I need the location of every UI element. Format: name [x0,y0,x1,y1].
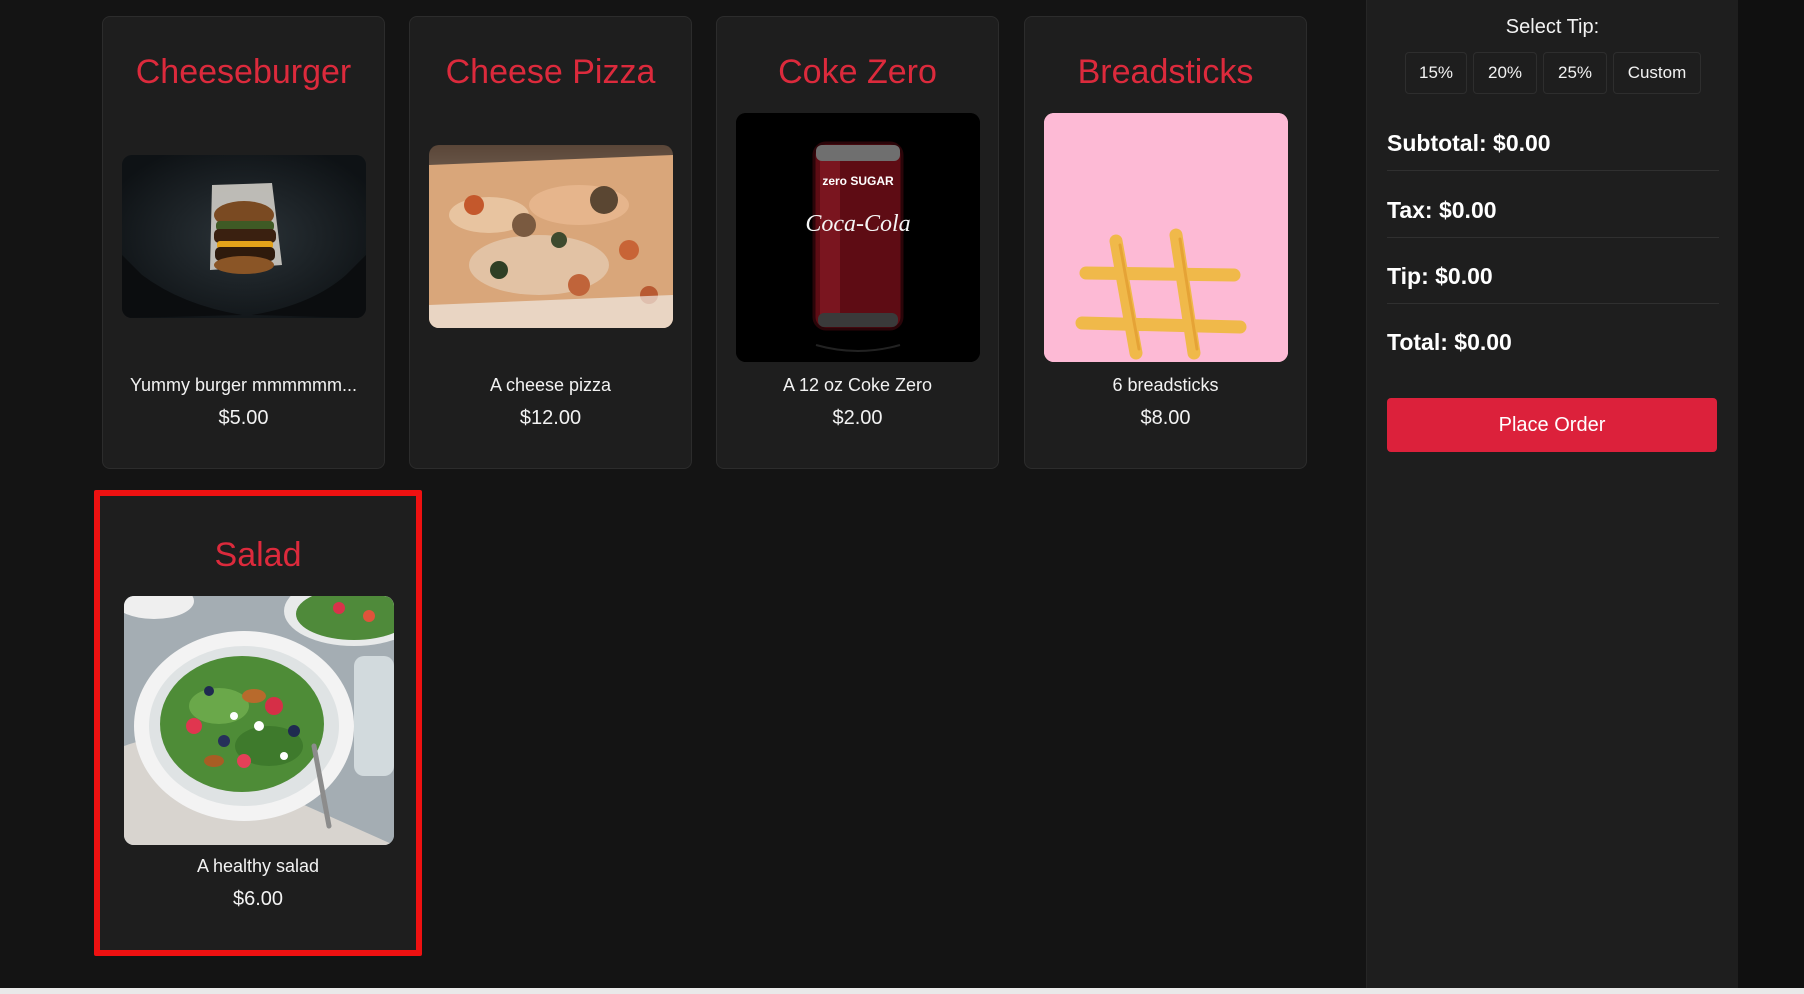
coke-can-image: zero SUGAR Coca-Cola [736,113,980,362]
menu-item-description: A 12 oz Coke Zero [782,375,933,395]
menu-card-salad[interactable]: Salad A healthy salad $6.00 [94,490,422,956]
menu-item-title: Breadsticks [1077,53,1254,91]
tip-amount-text: Tip: $0.00 [1387,263,1493,289]
menu-item-description: Yummy burger mmmmmm... [129,375,357,395]
breadsticks-image [1044,113,1288,362]
tip-15-button[interactable]: 15% [1405,52,1467,94]
tax-text: Tax: $0.00 [1387,197,1497,223]
total-text: Total: $0.00 [1387,329,1512,355]
menu-item-title: Salad [214,536,302,574]
menu-item-price: $5.00 [218,407,269,429]
menu-card-breadsticks[interactable]: Breadsticks 6 breadsticks $8.00 [1024,16,1307,469]
svg-text:Coca-Cola: Coca-Cola [805,211,910,237]
tip-25-button[interactable]: 25% [1543,52,1607,94]
tip-custom-button[interactable]: Custom [1613,52,1701,94]
menu-item-title: Coke Zero [778,53,937,91]
window-bottom-edge [0,988,1804,994]
menu-item-description: A cheese pizza [489,375,612,395]
menu-item-price: $2.00 [832,407,883,429]
menu-item-price: $6.00 [232,888,284,910]
menu-card-cheeseburger[interactable]: Cheeseburger Yummy burger mmmmmm... $5.0… [102,16,385,469]
divider [1387,303,1719,304]
menu-card-coke-zero[interactable]: Coke Zero zero SUGAR Coca-Cola A 12 oz C… [716,16,999,469]
subtotal-text: Subtotal: $0.00 [1387,130,1551,156]
window-edge [1738,0,1804,988]
burger-image [122,155,366,318]
divider [1387,170,1719,171]
menu-card-cheese-pizza[interactable]: Cheese Pizza A cheese pizza $12.00 [409,16,692,469]
tip-label: Select Tip: [1505,16,1600,38]
tip-20-button[interactable]: 20% [1473,52,1537,94]
menu-item-price: $8.00 [1140,407,1191,429]
place-order-button[interactable]: Place Order [1387,398,1717,452]
menu-item-title: Cheeseburger [135,53,352,91]
salad-image [124,596,394,845]
svg-text:zero SUGAR: zero SUGAR [822,174,894,188]
menu-item-description: A healthy salad [196,856,320,876]
order-summary-sidebar: Select Tip: 15% 20% 25% Custom Subtotal:… [1366,0,1738,988]
menu-item-title: Cheese Pizza [445,53,656,91]
menu-item-description: 6 breadsticks [1112,375,1219,395]
pizza-image [429,145,673,328]
divider [1387,237,1719,238]
menu-item-price: $12.00 [519,407,582,429]
